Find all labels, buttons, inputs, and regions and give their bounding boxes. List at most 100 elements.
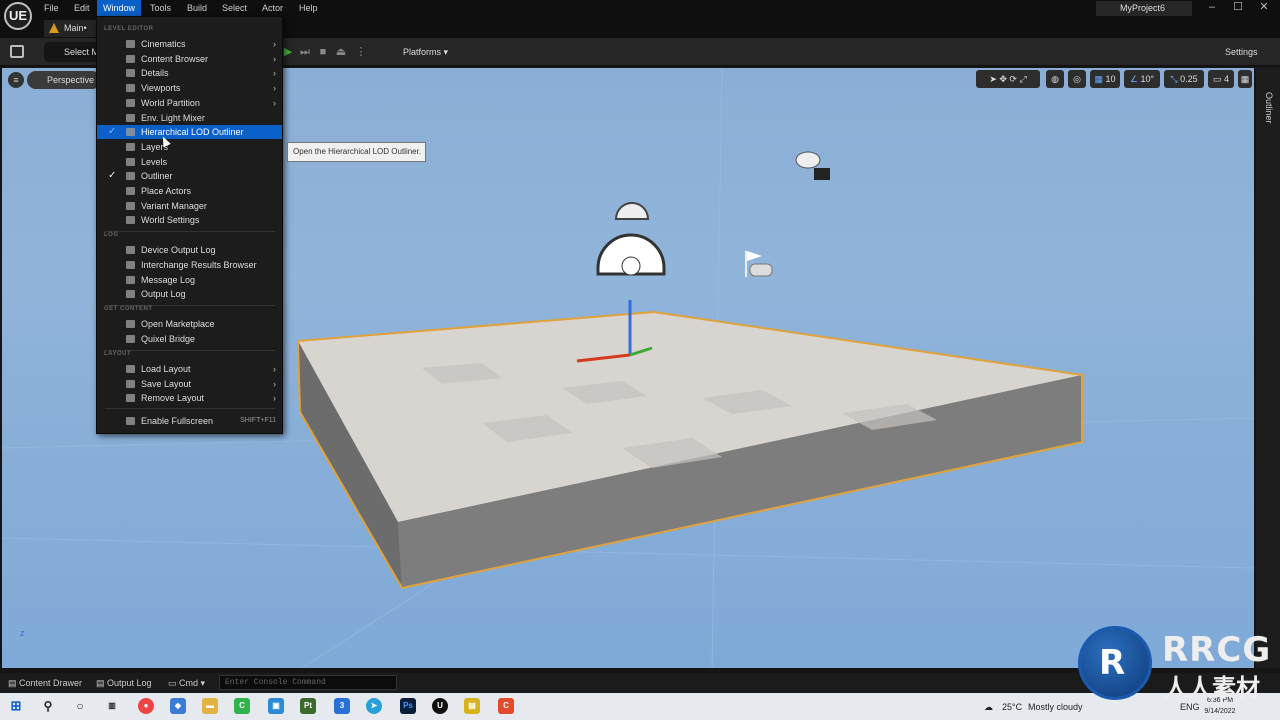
photoshop-icon[interactable]: Ps (400, 698, 416, 714)
menu-item-viewports[interactable]: Viewports › (97, 81, 282, 95)
unreal-taskbar-icon[interactable]: U (432, 698, 448, 714)
view-mode-button[interactable]: Perspective (27, 71, 101, 89)
menu-item-interchange-results[interactable]: Interchange Results Browser (97, 258, 282, 272)
settings-label: Settings (1225, 47, 1258, 57)
menu-edit[interactable]: Edit (68, 0, 96, 16)
menu-window[interactable]: Window (97, 0, 142, 16)
cinematics-icon (126, 40, 135, 48)
menu-item-save-layout[interactable]: Save Layout › (97, 377, 282, 391)
weather-desc[interactable]: Mostly cloudy (1028, 700, 1083, 714)
chrome-icon[interactable]: ● (138, 698, 154, 714)
search-icon[interactable]: ⚲ (40, 698, 56, 714)
select-mode-label: Select M (64, 47, 100, 57)
menu-item-world-settings[interactable]: World Settings (97, 213, 282, 227)
menu-item-quixel-bridge[interactable]: Quixel Bridge (97, 332, 282, 346)
menu-item-variant-manager[interactable]: Variant Manager (97, 199, 282, 213)
fullscreen-icon (126, 417, 135, 425)
menu-item-load-layout[interactable]: Load Layout › (97, 362, 282, 376)
menu-item-message-log[interactable]: Message Log (97, 273, 282, 287)
menu-item-device-output-log[interactable]: Device Output Log (97, 243, 282, 257)
unreal-logo-icon[interactable]: UE (4, 2, 32, 30)
viewport-menu-icon[interactable]: ≡ (8, 72, 24, 88)
menu-item-enable-fullscreen[interactable]: Enable Fullscreen SHIFT+F11 (97, 414, 282, 428)
minimize-button[interactable]: – (1200, 0, 1224, 16)
platforms-button[interactable]: Platforms ▾ (386, 44, 458, 60)
telegram-icon[interactable]: ➤ (366, 698, 382, 714)
check-icon: ✓ (108, 170, 117, 181)
transform-tools[interactable]: ➤ ✥ ⟳ ⤢ (976, 70, 1040, 88)
rotation-snap-button[interactable]: ∠ 10° (1124, 70, 1160, 88)
camera-speed-value: 4 (1224, 74, 1230, 84)
menu-item-remove-layout[interactable]: Remove Layout › (97, 391, 282, 405)
menu-actor[interactable]: Actor (256, 0, 289, 16)
app-icon[interactable]: ▣ (268, 698, 284, 714)
right-side-panel (1256, 68, 1280, 668)
scale-snap-value: 0.25 (1180, 74, 1198, 84)
cmd-dropdown[interactable]: ▭ Cmd ▾ (168, 676, 205, 690)
app-icon[interactable]: C (498, 698, 514, 714)
watermark-logo: R RRCG 人人素材 (1078, 626, 1278, 702)
camera-speed-button[interactable]: ▭ 4 (1208, 70, 1234, 88)
app-icon[interactable]: ▤ (464, 698, 480, 714)
eject-icon[interactable]: ⏏ (335, 46, 347, 58)
outliner-side-tab[interactable]: Outliner (1262, 92, 1274, 152)
console-input[interactable]: Enter Console Command (219, 675, 397, 690)
tab-main[interactable]: Main• (44, 20, 96, 37)
menu-item-layers[interactable]: Layers (97, 140, 282, 154)
menu-build[interactable]: Build (181, 0, 213, 16)
section-level-editor: LEVEL EDITOR (104, 26, 154, 32)
file-explorer-icon[interactable]: ▬ (202, 698, 218, 714)
menu-help[interactable]: Help (293, 0, 324, 16)
menu-item-content-browser[interactable]: Content Browser › (97, 52, 282, 66)
output-log-button[interactable]: ▤ Output Log (96, 676, 152, 690)
menu-item-details[interactable]: Details › (97, 66, 282, 80)
light-mixer-icon (126, 114, 135, 122)
viewports-icon (126, 84, 135, 92)
windows-start-icon[interactable]: ⊞ (8, 698, 24, 714)
weather-temp[interactable]: 25°C (1002, 700, 1022, 714)
maximize-button[interactable]: ☐ (1226, 0, 1250, 16)
close-button[interactable]: ✕ (1252, 0, 1276, 16)
stop-icon[interactable]: ■ (317, 46, 329, 58)
menu-item-cinematics[interactable]: Cinematics › (97, 37, 282, 51)
app-icon[interactable]: 3 (334, 698, 350, 714)
menu-item-hlod-outliner[interactable]: ✓ Hierarchical LOD Outliner (97, 125, 282, 139)
view-mode-label: Perspective (47, 75, 95, 85)
menu-item-world-partition[interactable]: World Partition › (97, 96, 282, 110)
world-local-icon[interactable]: ◍ (1046, 70, 1064, 88)
scale-snap-button[interactable]: ⤡ 0.25 (1164, 70, 1204, 88)
menu-select[interactable]: Select (216, 0, 253, 16)
menu-file[interactable]: File (38, 0, 65, 16)
shortcut-label: SHIFT+F11 (240, 417, 276, 424)
camtasia-icon[interactable]: C (234, 698, 250, 714)
settings-button[interactable]: Settings (1207, 44, 1271, 60)
task-view-icon[interactable]: ○ (72, 698, 88, 714)
menu-item-label: Details (141, 68, 169, 78)
app-icon[interactable]: ◆ (170, 698, 186, 714)
hlod-outliner-tooltip: Open the Hierarchical LOD Outliner. (287, 142, 426, 162)
save-icon[interactable] (10, 45, 24, 58)
surface-snap-icon[interactable]: ◎ (1068, 70, 1086, 88)
menu-item-label: Levels (141, 157, 168, 167)
more-options-icon[interactable]: ⋮ (355, 46, 367, 58)
menu-item-label: Hierarchical LOD Outliner (141, 127, 244, 137)
step-icon[interactable]: ⏭ (299, 46, 311, 58)
select-mode-button[interactable]: Select M (44, 42, 104, 62)
menu-item-place-actors[interactable]: Place Actors (97, 184, 282, 198)
place-actors-icon (126, 187, 135, 195)
grid-snap-button[interactable]: ▦ 10 (1090, 70, 1120, 88)
menu-item-outliner[interactable]: ✓ Outliner (97, 169, 282, 183)
section-get-content: GET CONTENT (104, 306, 153, 312)
viewport-layout-icon[interactable]: ▦ (1238, 70, 1252, 88)
menu-item-env-light-mixer[interactable]: Env. Light Mixer (97, 111, 282, 125)
widgets-icon[interactable]: ▥ (104, 698, 120, 714)
menu-item-open-marketplace[interactable]: Open Marketplace (97, 317, 282, 331)
menu-tools[interactable]: Tools (144, 0, 177, 16)
watermark-brand: RRCG (1162, 630, 1272, 670)
submenu-arrow-icon: › (273, 364, 276, 374)
pt-icon[interactable]: Pt (300, 698, 316, 714)
menu-item-levels[interactable]: Levels (97, 155, 282, 169)
content-drawer-button[interactable]: ▤ Content Drawer (8, 676, 82, 690)
menu-item-output-log[interactable]: Output Log (97, 287, 282, 301)
play-icon[interactable]: ▶ (282, 46, 294, 58)
